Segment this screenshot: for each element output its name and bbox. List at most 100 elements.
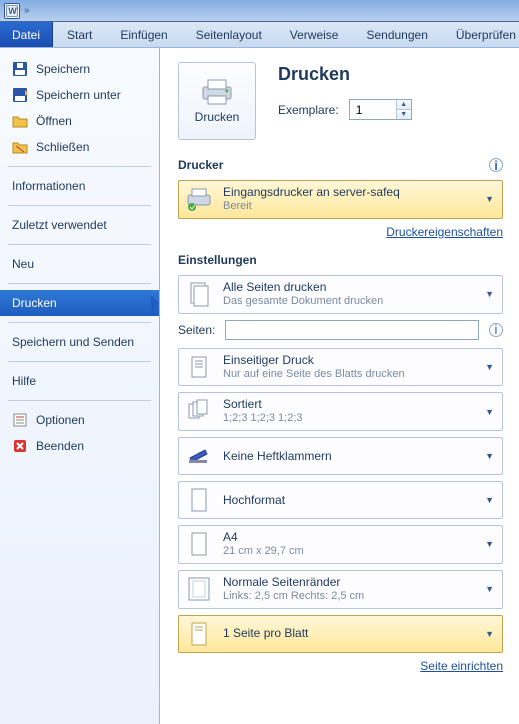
sidebar-label: Neu: [12, 257, 34, 271]
staple-combo[interactable]: Keine Heftklammern ▼: [178, 437, 503, 475]
sidebar-label: Drucken: [12, 296, 57, 310]
portrait-icon: [185, 486, 213, 514]
print-scope-combo[interactable]: Alle Seiten drucken Das gesamte Dokument…: [178, 275, 503, 314]
sidebar-options[interactable]: Optionen: [0, 407, 159, 433]
combo-sub: 21 cm x 29,7 cm: [223, 545, 473, 559]
sidebar-help[interactable]: Hilfe: [0, 368, 159, 394]
page-size-icon: [185, 530, 213, 558]
single-side-icon: [185, 353, 213, 381]
chevron-down-icon: ▼: [483, 584, 496, 594]
copies-input[interactable]: [350, 100, 396, 119]
open-icon: [12, 113, 28, 129]
sidebar-label: Zuletzt verwendet: [12, 218, 107, 232]
collate-icon: [185, 398, 213, 426]
spinner-up-icon[interactable]: ▲: [397, 100, 411, 110]
combo-sub: 1;2;3 1;2;3 1;2;3: [223, 412, 473, 426]
svg-text:W: W: [8, 6, 17, 16]
save-as-icon: [12, 87, 28, 103]
paper-size-combo[interactable]: A4 21 cm x 29,7 cm ▼: [178, 525, 503, 564]
per-sheet-icon: [185, 620, 213, 648]
combo-main: Einseitiger Druck: [223, 353, 473, 368]
backstage-sidebar: Speichern Speichern unter Öffnen Schließ…: [0, 48, 160, 724]
sidebar-print[interactable]: Drucken: [0, 290, 159, 316]
pages-input[interactable]: [225, 320, 479, 340]
printer-name: Eingangsdrucker an server-safeq: [223, 185, 473, 200]
info-icon[interactable]: i: [489, 323, 503, 337]
tab-references[interactable]: Verweise: [276, 22, 353, 47]
printer-combo[interactable]: Eingangsdrucker an server-safeq Bereit ▼: [178, 180, 503, 219]
sidebar-save[interactable]: Speichern: [0, 56, 159, 82]
chevron-down-icon: ▼: [483, 289, 496, 299]
app-icon: W: [4, 3, 20, 19]
tab-layout[interactable]: Seitenlayout: [182, 22, 276, 47]
chevron-down-icon: ▼: [483, 362, 496, 372]
sidebar-label: Öffnen: [36, 114, 72, 128]
spinner-down-icon[interactable]: ▼: [397, 110, 411, 119]
sidebar-label: Optionen: [36, 413, 85, 427]
printer-status: Bereit: [223, 200, 473, 214]
exit-icon: [12, 438, 28, 454]
tab-mailings[interactable]: Sendungen: [352, 22, 441, 47]
sidebar-recent[interactable]: Zuletzt verwendet: [0, 212, 159, 238]
ribbon-tabs: Datei Start Einfügen Seitenlayout Verwei…: [0, 22, 519, 48]
chevron-down-icon: ▼: [483, 407, 496, 417]
sidebar-label: Schließen: [36, 140, 89, 154]
sidebar-label: Beenden: [36, 439, 84, 453]
tab-review[interactable]: Überprüfen: [442, 22, 519, 47]
combo-main: 1 Seite pro Blatt: [223, 626, 473, 641]
chevron-down-icon: ▼: [483, 495, 496, 505]
printer-section-heading: Drucker: [178, 158, 223, 172]
combo-main: Alle Seiten drucken: [223, 280, 473, 295]
chevron-down-icon: ▼: [483, 539, 496, 549]
tab-insert[interactable]: Einfügen: [106, 22, 181, 47]
combo-sub: Links: 2,5 cm Rechts: 2,5 cm: [223, 590, 473, 604]
breadcrumb-arrows: »: [24, 5, 30, 16]
combo-main: A4: [223, 530, 473, 545]
printer-icon: [200, 78, 234, 106]
sidebar-label: Speichern unter: [36, 88, 121, 102]
printer-status-icon: [185, 185, 213, 213]
chevron-down-icon: ▼: [483, 194, 496, 204]
window-titlebar: W »: [0, 0, 519, 22]
tab-file[interactable]: Datei: [0, 22, 53, 47]
pages-per-sheet-combo[interactable]: 1 Seite pro Blatt ▼: [178, 615, 503, 653]
combo-sub: Nur auf eine Seite des Blatts drucken: [223, 368, 473, 382]
orientation-combo[interactable]: Hochformat ▼: [178, 481, 503, 519]
combo-sub: Das gesamte Dokument drucken: [223, 295, 473, 309]
collate-combo[interactable]: Sortiert 1;2;3 1;2;3 1;2;3 ▼: [178, 392, 503, 431]
sidebar-info[interactable]: Informationen: [0, 173, 159, 199]
sidebar-exit[interactable]: Beenden: [0, 433, 159, 459]
tab-start[interactable]: Start: [53, 22, 106, 47]
pages-label: Seiten:: [178, 323, 215, 337]
page-setup-link[interactable]: Seite einrichten: [420, 659, 503, 673]
copies-spinner[interactable]: ▲ ▼: [349, 99, 412, 120]
chevron-down-icon: ▼: [483, 451, 496, 461]
print-button[interactable]: Drucken: [178, 62, 256, 140]
print-button-label: Drucken: [195, 110, 240, 124]
combo-main: Keine Heftklammern: [223, 449, 473, 464]
info-icon[interactable]: i: [489, 158, 503, 172]
combo-main: Sortiert: [223, 397, 473, 412]
chevron-down-icon: ▼: [483, 629, 496, 639]
print-panel: Drucken Drucken Exemplare: ▲ ▼ Drucke: [160, 48, 519, 724]
settings-section-heading: Einstellungen: [178, 253, 257, 267]
sides-combo[interactable]: Einseitiger Druck Nur auf eine Seite des…: [178, 348, 503, 387]
printer-properties-link[interactable]: Druckereigenschaften: [386, 225, 503, 239]
margins-icon: [185, 575, 213, 603]
sidebar-save-send[interactable]: Speichern und Senden: [0, 329, 159, 355]
combo-main: Normale Seitenränder: [223, 575, 473, 590]
sidebar-label: Informationen: [12, 179, 85, 193]
sidebar-label: Speichern: [36, 62, 90, 76]
pages-icon: [185, 280, 213, 308]
sidebar-open[interactable]: Öffnen: [0, 108, 159, 134]
print-heading: Drucken: [278, 64, 503, 85]
sidebar-new[interactable]: Neu: [0, 251, 159, 277]
close-folder-icon: [12, 139, 28, 155]
sidebar-save-as[interactable]: Speichern unter: [0, 82, 159, 108]
save-icon: [12, 61, 28, 77]
sidebar-label: Hilfe: [12, 374, 36, 388]
stapler-icon: [185, 442, 213, 470]
sidebar-close[interactable]: Schließen: [0, 134, 159, 160]
sidebar-label: Speichern und Senden: [12, 335, 134, 349]
margins-combo[interactable]: Normale Seitenränder Links: 2,5 cm Recht…: [178, 570, 503, 609]
